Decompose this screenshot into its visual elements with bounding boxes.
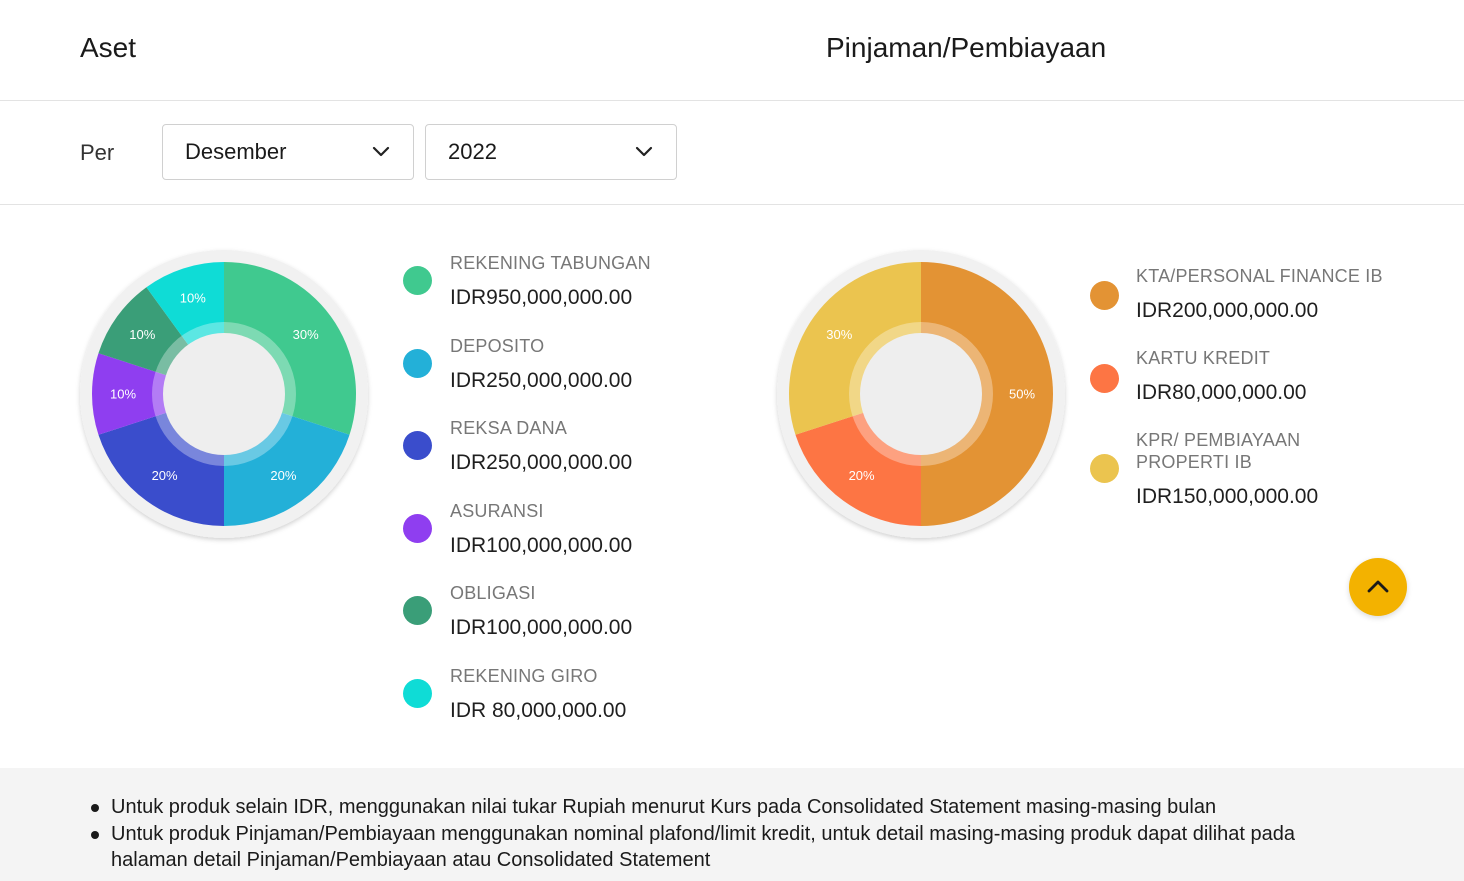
month-select-value: Desember xyxy=(185,139,287,164)
legend-value: IDR100,000,000.00 xyxy=(450,533,633,557)
slice-label-rekening-tabungan: 30% xyxy=(293,327,319,342)
chevron-down-icon xyxy=(635,146,653,157)
legend-value: IDR950,000,000.00 xyxy=(450,286,633,309)
slice-label-reksa-dana: 20% xyxy=(152,468,178,483)
note-item: Untuk produk Pinjaman/Pembiayaan menggun… xyxy=(91,821,1351,874)
loan-donut-chart: 50% 20% 30% xyxy=(777,250,1065,538)
legend-name: OBLIGASI xyxy=(450,583,536,603)
legend-color-dot xyxy=(1090,454,1119,483)
notes-section: Untuk produk selain IDR, menggunakan nil… xyxy=(0,768,1464,881)
year-select[interactable]: 2022 xyxy=(425,124,677,180)
legend-value: IDR80,000,000.00 xyxy=(1136,381,1307,404)
legend-color-dot xyxy=(1090,281,1119,310)
legend-color-dot xyxy=(403,348,432,378)
slice-label-kartu-kredit: 20% xyxy=(849,468,875,483)
header-divider xyxy=(0,100,1464,101)
legend-color-dot xyxy=(403,678,432,708)
period-label: Per xyxy=(80,140,115,165)
filter-divider xyxy=(0,204,1464,205)
legend-value: IDR250,000,000.00 xyxy=(450,368,633,392)
legend-value: IDR 80,000,000.00 xyxy=(450,698,627,722)
legend-color-dot xyxy=(403,431,432,460)
note-item: Untuk produk selain IDR, menggunakan nil… xyxy=(91,794,1351,821)
legend-value: IDR250,000,000.00 xyxy=(450,451,633,474)
asset-donut-chart: 30% 20% 20% 10% 10% 10% xyxy=(80,250,368,538)
tab-aset[interactable]: Aset xyxy=(80,32,136,64)
legend-color-dot xyxy=(403,596,432,625)
legend-value: IDR150,000,000.00 xyxy=(1136,485,1319,508)
slice-label-deposito: 20% xyxy=(270,468,296,483)
slice-label-kta-personal-finance-ib: 50% xyxy=(1009,387,1035,402)
notes-list: Untuk produk selain IDR, menggunakan nil… xyxy=(0,794,1464,874)
chevron-up-icon xyxy=(1367,580,1389,593)
legend-name: KARTU KREDIT xyxy=(1136,348,1271,368)
slice-label-rekening-giro: 10% xyxy=(180,290,206,305)
slice-label-obligasi: 10% xyxy=(129,327,155,342)
legend-name: KTA/PERSONAL FINANCE IB xyxy=(1136,266,1383,286)
legend-color-dot xyxy=(403,513,432,543)
slice-label-kpr-pembiayaan-properti-ib: 30% xyxy=(826,327,852,342)
legend-name: REKENING GIRO xyxy=(450,665,598,686)
legend-color-dot xyxy=(1090,364,1119,393)
donut-hole xyxy=(163,333,285,455)
slice-label-asuransi: 10% xyxy=(110,387,136,402)
month-select[interactable]: Desember xyxy=(162,124,414,180)
tab-pinjaman-pembiayaan[interactable]: Pinjaman/Pembiayaan xyxy=(826,32,1106,64)
legend-name: DEPOSITO xyxy=(450,335,545,356)
scroll-to-top-button[interactable] xyxy=(1349,558,1407,616)
legend-name: ASURANSI xyxy=(450,500,544,521)
year-select-value: 2022 xyxy=(448,139,497,164)
legend-value: IDR100,000,000.00 xyxy=(450,616,633,639)
legend-name: REKENING TABUNGAN xyxy=(450,253,651,273)
legend-value: IDR200,000,000.00 xyxy=(1136,299,1319,322)
legend-name: REKSA DANA xyxy=(450,418,568,438)
chevron-down-icon xyxy=(372,146,390,157)
legend-name: KPR/ PEMBIAYAAN PROPERTI IB xyxy=(1136,430,1301,472)
legend-color-dot xyxy=(403,266,432,295)
donut-hole xyxy=(860,333,982,455)
